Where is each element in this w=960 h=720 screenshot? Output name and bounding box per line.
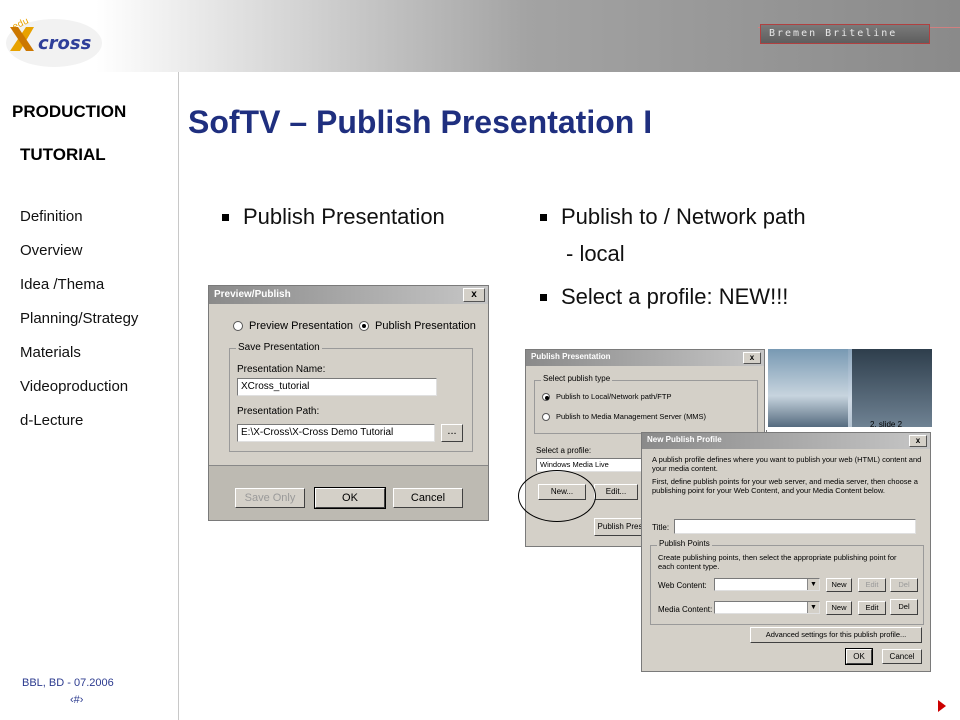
edit-profile-button[interactable]: Edit... [594,484,638,500]
photo-building [852,349,932,427]
radio-icon [233,321,243,331]
radio-publish-presentation[interactable]: Publish Presentation [359,320,476,332]
x-cross-logo: edu cross [6,16,102,67]
preview-publish-dialog: Preview/Publish x Preview Presentation P… [208,285,489,521]
presentation-name-label: Presentation Name: [237,364,326,375]
radio-label: Publish Presentation [375,320,476,332]
bullet-text: Publish to / Network path [561,204,806,229]
cancel-button[interactable]: Cancel [393,488,463,508]
page-number: ‹#› [70,694,84,706]
photo-caption: 2. slide 2 [870,420,903,429]
svg-text:cross: cross [38,33,92,54]
save-only-button[interactable]: Save Only [235,488,305,508]
close-icon[interactable]: x [743,352,761,364]
media-content-new-button[interactable]: New [826,601,852,615]
sidebar-heading-production: PRODUCTION [12,102,127,121]
dropdown-arrow-icon: ▼ [807,579,819,590]
dialog-titlebar: New Publish Profile x [642,433,930,449]
new-publish-profile-dialog: New Publish Profile x A publish profile … [641,432,931,672]
close-icon[interactable]: x [909,435,927,447]
dialog-titlebar: Preview/Publish x [209,286,488,304]
bullet-select-profile: Select a profile: NEW!!! [540,284,788,310]
bullet-square-icon [540,213,547,221]
sidebar-divider [178,72,179,720]
bullet-sub-local: - local [566,241,625,266]
radio-preview-presentation[interactable]: Preview Presentation [233,320,353,332]
bullet-text: Select a profile: NEW!!! [561,284,789,309]
publish-points-description: Create publishing points, then select th… [658,553,897,571]
group-label: Publish Points [657,539,712,548]
sidebar-item-definition[interactable]: Definition [20,206,138,240]
select-profile-label: Select a profile: [536,446,592,455]
dialog-title: New Publish Profile [647,435,722,444]
media-content-label: Media Content: [658,605,713,614]
web-content-del-button[interactable]: Del [890,578,918,592]
brand-text: Bremen Briteline [769,28,898,39]
bullet-square-icon [222,213,229,221]
media-content-edit-button[interactable]: Edit [858,601,886,615]
browse-button[interactable]: ... [441,424,463,442]
bullet-publish-presentation: Publish Presentation [222,204,445,230]
web-content-label: Web Content: [658,581,707,590]
next-slide-arrow-icon[interactable] [938,700,946,712]
presentation-path-input[interactable]: E:\X-Cross\X-Cross Demo Tutorial [237,424,435,442]
sidebar-item-videoproduction[interactable]: Videoproduction [20,376,138,410]
profile-cancel-button[interactable]: Cancel [882,649,922,664]
presentation-path-label: Presentation Path: [237,406,320,417]
publish-presentation-button[interactable]: Publish Pres [594,518,646,536]
radio-label: Publish to Local/Network path/FTP [556,392,672,401]
profile-title-label: Title: [652,523,670,532]
dropdown-arrow-icon: ▼ [807,602,819,613]
web-content-new-button[interactable]: New [826,578,852,592]
photo-sky [768,349,848,427]
bullet-text: Publish Presentation [243,204,445,229]
radio-publish-local[interactable]: Publish to Local/Network path/FTP [542,392,671,401]
web-content-edit-button[interactable]: Edit [858,578,886,592]
bullet-square-icon [540,293,547,301]
presentation-name-input[interactable]: XCross_tutorial [237,378,437,396]
profile-title-input[interactable] [674,519,916,534]
sidebar-item-overview[interactable]: Overview [20,240,138,274]
bullet-publish-to: Publish to / Network path [540,204,806,230]
close-icon[interactable]: x [463,288,485,302]
radio-icon [542,412,550,421]
radio-selected-icon [359,321,369,331]
advanced-settings-button[interactable]: Advanced settings for this publish profi… [750,627,922,643]
sidebar-item-materials[interactable]: Materials [20,342,138,376]
profile-ok-button[interactable]: OK [845,648,873,665]
sidebar-item-planning-strategy[interactable]: Planning/Strategy [20,308,138,342]
select-publish-type-group: Select publish type [534,374,758,434]
dialog-title: Publish Presentation [531,352,611,361]
radio-label: Preview Presentation [249,320,353,332]
profile-instructions: First, define publish points for your we… [652,477,918,495]
dialog-button-bar: Save Only OK Cancel [209,465,488,520]
sidebar-nav: Definition Overview Idea /Thema Planning… [20,206,138,444]
slide-preview-image [768,349,932,427]
brand-box: Bremen Briteline [760,24,930,44]
sidebar-item-d-lecture[interactable]: d-Lecture [20,410,138,444]
group-label: Select publish type [541,374,613,383]
web-content-select[interactable]: ▼ [714,578,820,591]
radio-selected-icon [542,392,550,401]
media-content-select[interactable]: ▼ [714,601,820,614]
ok-button[interactable]: OK [314,487,386,509]
footer-text: BBL, BD - 07.2006 [22,677,114,689]
sidebar-heading-tutorial: TUTORIAL [20,145,106,164]
dialog-titlebar: Publish Presentation x [526,350,764,366]
profile-description: A publish profile defines where you want… [652,455,922,473]
media-content-del-button[interactable]: Del [890,599,918,615]
slide-title: SofTV – Publish Presentation I [188,104,653,140]
dialog-title: Preview/Publish [214,289,291,300]
sidebar-item-idea-thema[interactable]: Idea /Thema [20,274,138,308]
group-label: Save Presentation [236,342,322,353]
radio-publish-mms[interactable]: Publish to Media Management Server (MMS) [542,412,706,421]
radio-label: Publish to Media Management Server (MMS) [556,412,707,421]
highlight-circle [518,470,596,522]
